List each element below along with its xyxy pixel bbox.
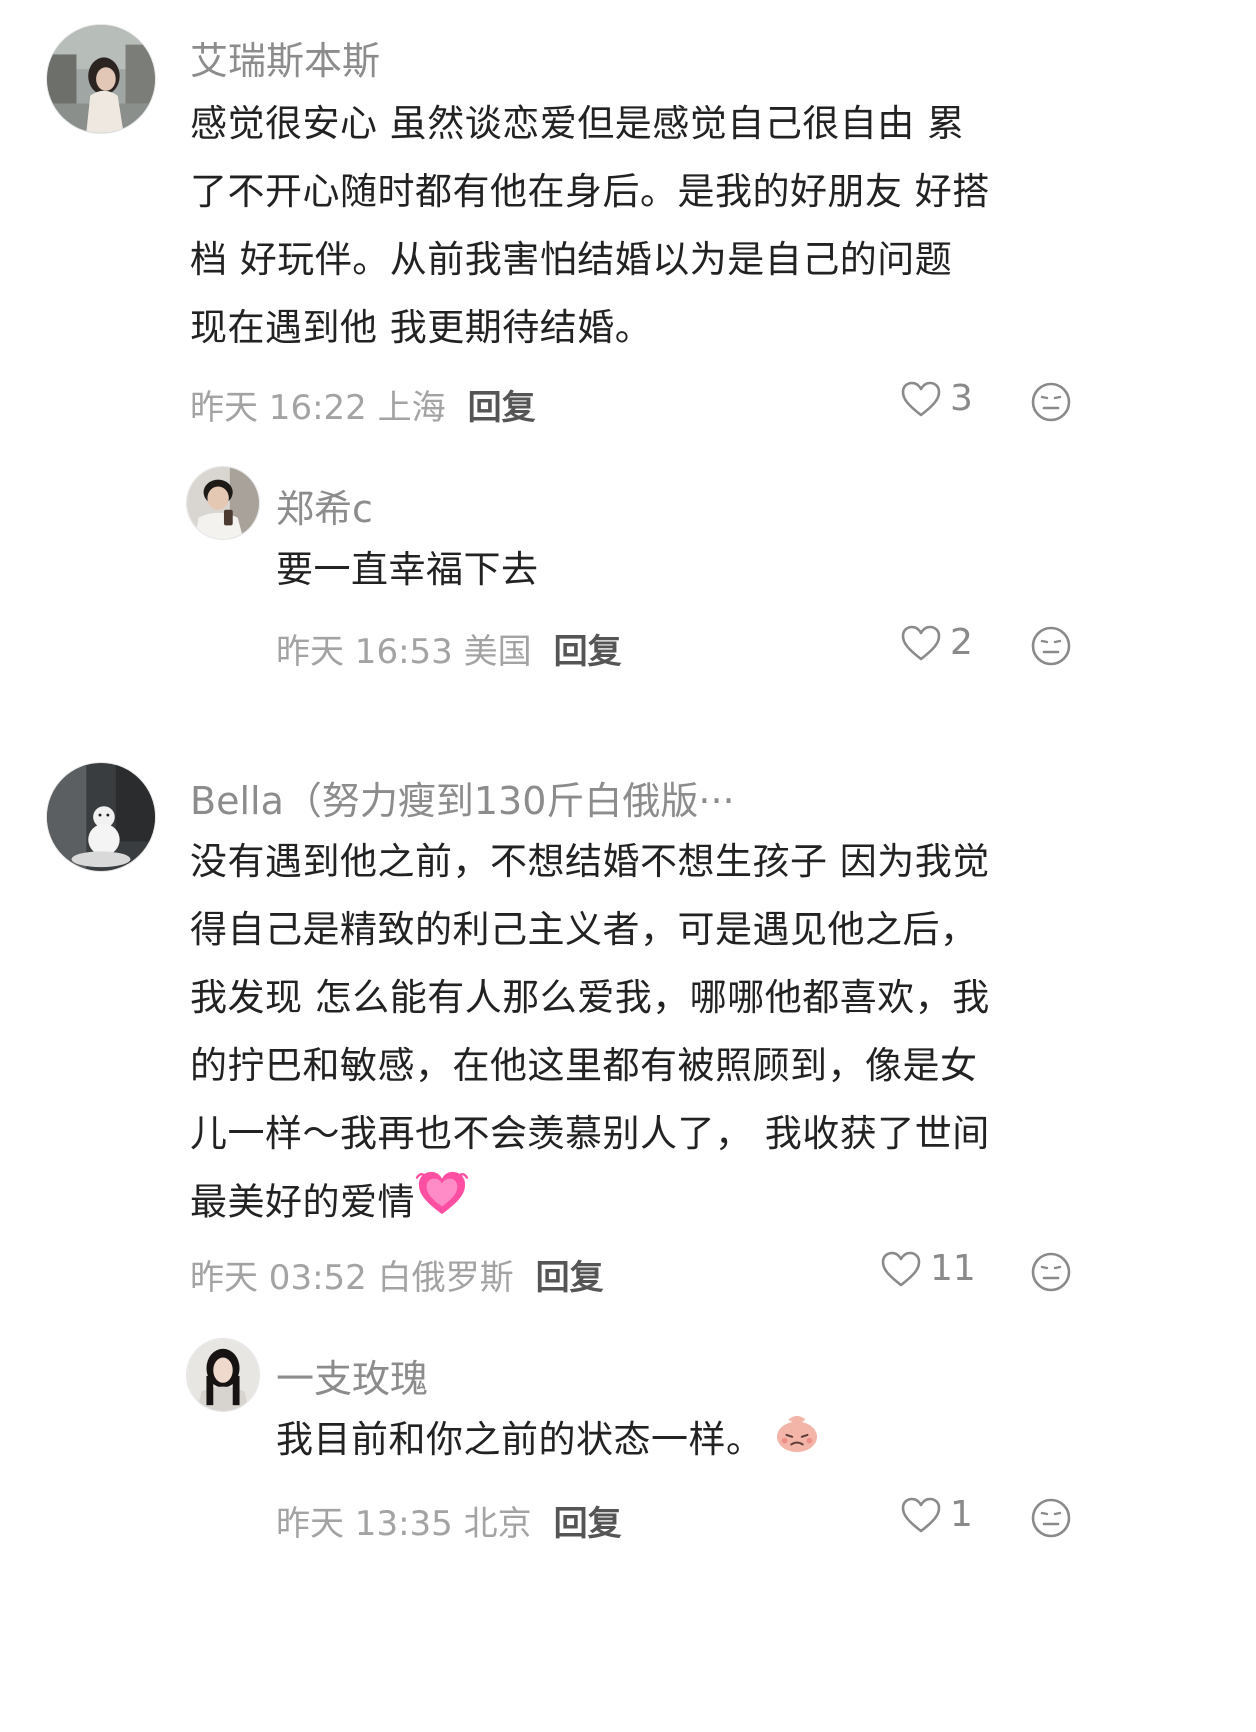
comment-time-location: 昨天 16:53 美国 [276, 632, 532, 672]
heart-outline-icon [901, 381, 941, 416]
comment-line: 得自己是精致的利己主义者，可是遇见他之后， [190, 908, 978, 951]
comment-meta: 昨天 03:52 白俄罗斯 回复 [190, 1250, 604, 1299]
heart-outline-icon [901, 1497, 941, 1532]
comment-meta: 昨天 13:35 北京 回复 [276, 1496, 622, 1545]
dislike-button[interactable] [1030, 625, 1072, 667]
dislike-button[interactable] [1030, 1497, 1072, 1539]
comment-line: 要一直幸福下去 [276, 548, 539, 591]
reply-item: 郑希c 要一直幸福下去 昨天 16:53 美国 回复 2 [0, 450, 1140, 710]
reply-button[interactable]: 回复 [554, 632, 622, 672]
comment-line: 没有遇到他之前，不想结婚不想生孩子 因为我觉 [190, 840, 990, 883]
reply-button[interactable]: 回复 [536, 1258, 604, 1298]
comment-line: 感觉很安心 虽然谈恋爱但是感觉自己很自由 累 [190, 102, 965, 145]
avatar-photo-woman-street [47, 25, 155, 133]
like-count: 11 [930, 1248, 976, 1289]
comment-text: 感觉很安心 虽然谈恋爱但是感觉自己很自由 累 了不开心随时都有他在身后。是我的好… [190, 90, 1110, 362]
neutral-face-icon [1031, 1498, 1071, 1538]
comment-time-location: 昨天 16:22 上海 [190, 388, 446, 428]
avatar-photo-man [187, 467, 259, 539]
comment-meta: 昨天 16:22 上海 回复 [190, 380, 536, 429]
comment-text: 我目前和你之前的状态一样。 [276, 1410, 1096, 1472]
comment-line: 档 好玩伴。从前我害怕结婚以为是自己的问题 [190, 238, 953, 281]
username[interactable]: Bella（努力瘦到130斤白俄版··· [190, 770, 735, 825]
sad-face-sticker [774, 1412, 820, 1472]
comment-text: 要一直幸福下去 [276, 540, 1096, 600]
growing-heart-emoji [415, 1168, 469, 1240]
reply-button[interactable]: 回复 [468, 388, 536, 428]
comment-line: 儿一样～我再也不会羡慕别人了， 我收获了世间 [190, 1112, 990, 1155]
comment-time-location: 昨天 03:52 白俄罗斯 [190, 1258, 514, 1298]
username[interactable]: 一支玫瑰 [276, 1348, 428, 1403]
comment-line-with-emoji: 最美好的爱情 [190, 1168, 1110, 1240]
comment-time-location: 昨天 13:35 北京 [276, 1504, 532, 1544]
avatar[interactable] [186, 1338, 260, 1412]
comment-line: 的拧巴和敏感，在他这里都有被照顾到，像是女 [190, 1044, 978, 1087]
comment-line: 最美好的爱情 [190, 1180, 415, 1224]
dislike-button[interactable] [1030, 381, 1072, 423]
comment-line: 现在遇到他 我更期待结婚。 [190, 306, 653, 349]
comment-item: 艾瑞斯本斯 感觉很安心 虽然谈恋爱但是感觉自己很自由 累 了不开心随时都有他在身… [0, 0, 1140, 450]
neutral-face-icon [1031, 626, 1071, 666]
username[interactable]: 艾瑞斯本斯 [190, 30, 380, 85]
heart-outline-icon [901, 625, 941, 660]
like-button[interactable]: 3 [900, 378, 973, 419]
reply-button[interactable]: 回复 [554, 1504, 622, 1544]
like-button[interactable]: 2 [900, 622, 973, 663]
comment-line-with-sticker: 我目前和你之前的状态一样。 [276, 1410, 1096, 1472]
comment-text: 没有遇到他之前，不想结婚不想生孩子 因为我觉 得自己是精致的利己主义者，可是遇见… [190, 828, 1110, 1240]
avatar[interactable] [186, 466, 260, 540]
neutral-face-icon [1031, 382, 1071, 422]
avatar[interactable] [46, 24, 156, 134]
neutral-face-icon [1031, 1252, 1071, 1292]
dislike-button[interactable] [1030, 1251, 1072, 1293]
username[interactable]: 郑希c [276, 478, 373, 533]
comment-item: Bella（努力瘦到130斤白俄版··· 没有遇到他之前，不想结婚不想生孩子 因… [0, 740, 1140, 1320]
comment-line: 我发现 怎么能有人那么爱我，哪哪他都喜欢，我 [190, 976, 990, 1019]
heart-outline-icon [881, 1251, 921, 1286]
comment-line: 了不开心随时都有他在身后。是我的好朋友 好搭 [190, 170, 990, 213]
like-count: 3 [950, 378, 973, 419]
avatar-photo-snowman [47, 763, 155, 871]
comment-line: 我目前和你之前的状态一样。 [276, 1418, 764, 1461]
avatar[interactable] [46, 762, 156, 872]
comment-meta: 昨天 16:53 美国 回复 [276, 624, 622, 673]
like-count: 2 [950, 622, 973, 663]
reply-item: 一支玫瑰 我目前和你之前的状态一样。 昨天 13:35 北京 回复 1 [0, 1320, 1140, 1568]
avatar-photo-woman [187, 1339, 259, 1411]
like-button[interactable]: 11 [880, 1248, 976, 1289]
like-count: 1 [950, 1494, 973, 1535]
like-button[interactable]: 1 [900, 1494, 973, 1535]
